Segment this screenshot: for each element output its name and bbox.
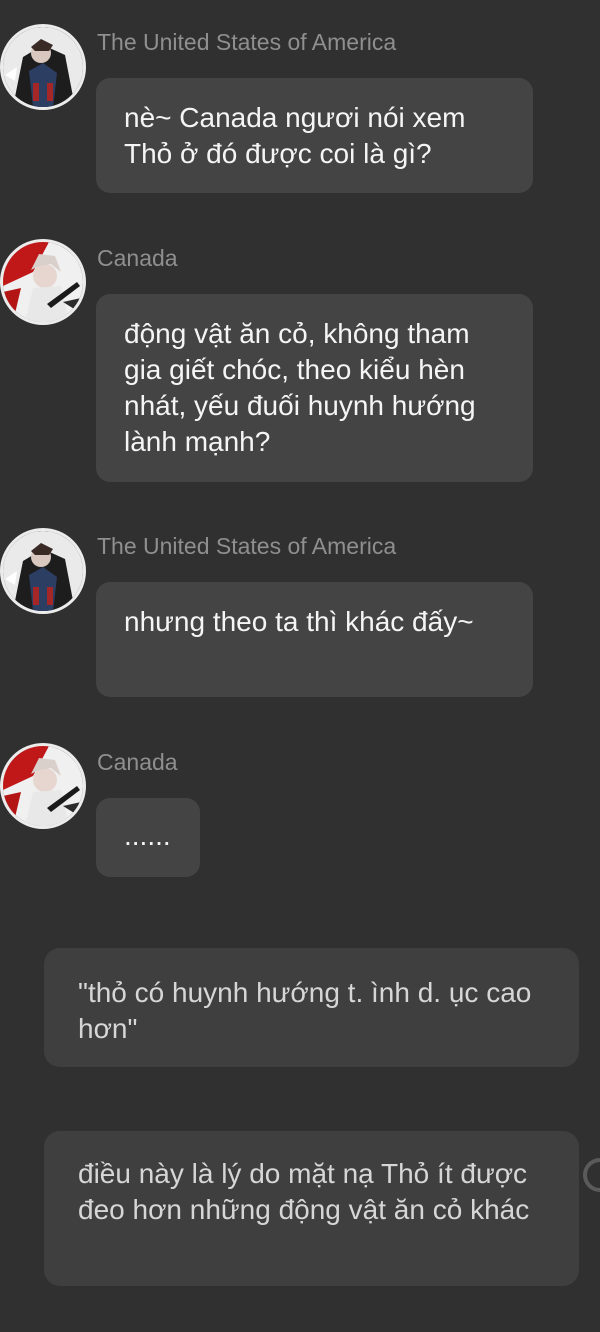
message-text: nè~ Canada ngươi nói xem Thỏ ở đó được c…: [124, 102, 466, 169]
narration-box[interactable]: điều này là lý do mặt nạ Thỏ ít được đeo…: [44, 1131, 579, 1286]
message-text: nhưng theo ta thì khác đấy~: [124, 606, 474, 637]
usa-avatar[interactable]: [0, 528, 86, 614]
usa-avatar[interactable]: [0, 24, 86, 110]
canada-character-avatar-icon: [3, 242, 83, 322]
narration-text: điều này là lý do mặt nạ Thỏ ít được đeo…: [78, 1158, 530, 1225]
narration-box[interactable]: "thỏ có huynh hướng t. ình d. ục cao hơn…: [44, 948, 579, 1067]
message-bubble[interactable]: nhưng theo ta thì khác đấy~: [96, 582, 533, 697]
message-bubble[interactable]: nè~ Canada ngươi nói xem Thỏ ở đó được c…: [96, 78, 533, 193]
sender-name: Canada: [97, 749, 178, 775]
narration-text: "thỏ có huynh hướng t. ình d. ục cao hơn…: [78, 977, 532, 1044]
canada-avatar[interactable]: [0, 743, 86, 829]
sender-name: Canada: [97, 245, 178, 271]
sender-name: The United States of America: [97, 533, 397, 559]
message-text: động vật ăn cỏ, không tham gia giết chóc…: [124, 318, 476, 457]
side-handle-icon[interactable]: [574, 1158, 600, 1192]
canada-character-avatar-icon: [3, 746, 83, 826]
canada-avatar[interactable]: [0, 239, 86, 325]
usa-character-avatar-icon: [3, 531, 83, 611]
usa-character-avatar-icon: [3, 27, 83, 107]
message-text: ......: [124, 820, 171, 851]
message-bubble[interactable]: động vật ăn cỏ, không tham gia giết chóc…: [96, 294, 533, 482]
message-bubble[interactable]: ......: [96, 798, 200, 877]
sender-name: The United States of America: [97, 29, 397, 55]
